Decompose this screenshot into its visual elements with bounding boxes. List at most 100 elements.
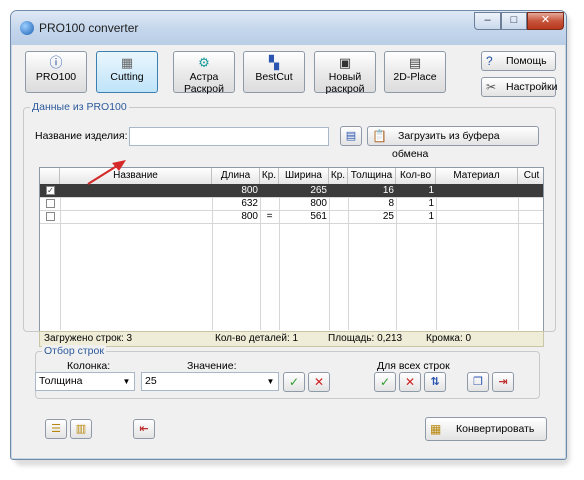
minimize-button[interactable]: – — [474, 12, 501, 30]
columns-layout-button[interactable]: ▥ — [70, 419, 92, 439]
settings-button[interactable]: ✂ Настройки — [481, 77, 558, 97]
product-name-input[interactable] — [129, 127, 329, 146]
maximize-button[interactable]: □ — [501, 12, 527, 30]
cell-length[interactable]: 800 — [212, 210, 260, 223]
help-button[interactable]: ? Помощь — [481, 51, 556, 71]
cell-width[interactable]: 800 — [279, 197, 329, 210]
cell-width[interactable]: 265 — [279, 184, 329, 197]
app-icon — [20, 21, 34, 35]
parts-table[interactable]: Название Длина Кр. Ширина Кр. Толщина Ко… — [39, 167, 544, 332]
cell-edge2[interactable] — [329, 184, 348, 197]
clipboard-view-button[interactable]: ▤ — [340, 126, 362, 146]
rows-icon: ☰ — [51, 423, 61, 435]
value-select[interactable]: 25 ▼ — [141, 372, 279, 391]
col-header-material[interactable]: Материал — [436, 168, 518, 184]
cell-edge1[interactable]: = — [260, 210, 279, 223]
cell-length[interactable]: 632 — [212, 197, 260, 210]
cell-qty[interactable]: 1 — [396, 197, 436, 210]
2d-place-button[interactable]: ▤ 2D-Place — [384, 51, 446, 93]
cell-thickness[interactable]: 25 — [348, 210, 396, 223]
clear-filter-button[interactable]: ✕ — [308, 372, 330, 392]
col-header-cut[interactable]: Cut — [518, 168, 543, 184]
cell-name[interactable] — [60, 210, 212, 223]
col-header-length[interactable]: Длина — [212, 168, 260, 184]
col-header-edge2[interactable]: Кр. — [329, 168, 348, 184]
copy-icon: ❐ — [473, 376, 483, 388]
check-all-button[interactable]: ✓ — [374, 372, 396, 392]
cell-edge2[interactable] — [329, 210, 348, 223]
col-header-width[interactable]: Ширина — [279, 168, 329, 184]
rows-layout-button[interactable]: ☰ — [45, 419, 67, 439]
table-row[interactable]: 632 800 8 1 — [40, 197, 543, 211]
cell-material[interactable] — [436, 184, 518, 197]
help-icon: ? — [486, 54, 493, 68]
cross-icon: ✕ — [404, 375, 416, 389]
column-select[interactable]: Толщина ▼ — [35, 372, 135, 391]
cell-qty[interactable]: 1 — [396, 184, 436, 197]
new-cut-button[interactable]: ▣ Новый раскрой — [314, 51, 376, 95]
col-header-qty[interactable]: Кол-во — [396, 168, 436, 184]
close-button[interactable]: ✕ — [527, 12, 564, 30]
cell-thickness[interactable]: 16 — [348, 184, 396, 197]
invert-icon: ⇅ — [430, 376, 440, 388]
tools-icon: ✂ — [486, 80, 497, 94]
filter-group-title: Отбор строк — [42, 345, 106, 357]
copy-rows-button[interactable]: ❐ — [467, 372, 489, 392]
cell-name[interactable] — [60, 197, 212, 210]
area-status: Площадь: 0,213 — [328, 333, 403, 344]
bestcut-icon: ▚ — [269, 55, 279, 70]
convert-icon: ▦ — [430, 422, 442, 436]
window-title: PRO100 converter — [39, 21, 139, 35]
row-checkbox[interactable] — [46, 199, 55, 208]
cell-cut[interactable] — [518, 197, 543, 210]
col-header-edge1[interactable]: Кр. — [260, 168, 279, 184]
new-cut-icon: ▣ — [338, 55, 352, 70]
export-rows-button[interactable]: ⇥ — [492, 372, 514, 392]
title-bar[interactable]: PRO100 converter – □ ✕ — [11, 11, 566, 45]
cell-qty[interactable]: 1 — [396, 210, 436, 223]
col-header-name[interactable]: Название — [60, 168, 212, 184]
data-group-title: Данные из PRO100 — [30, 101, 129, 113]
convert-button[interactable]: ▦ Конвертировать — [425, 417, 547, 441]
uncheck-all-button[interactable]: ✕ — [399, 372, 421, 392]
cell-material[interactable] — [436, 210, 518, 223]
cross-icon: ✕ — [313, 375, 325, 389]
all-rows-label: Для всех строк — [377, 360, 450, 372]
bestcut-button[interactable]: ▚ BestCut — [243, 51, 305, 93]
cutting-icon: ▦ — [120, 55, 134, 70]
window-icon: ▤ — [345, 130, 357, 142]
cell-width[interactable]: 561 — [279, 210, 329, 223]
apply-filter-button[interactable]: ✓ — [283, 372, 305, 392]
cell-material[interactable] — [436, 197, 518, 210]
cell-thickness[interactable]: 8 — [348, 197, 396, 210]
value-label: Значение: — [187, 360, 237, 372]
check-icon: ✓ — [288, 375, 300, 389]
table-row[interactable]: 800 = 561 25 1 — [40, 210, 543, 224]
cell-name[interactable] — [60, 184, 212, 197]
cutting-button[interactable]: ▦ Cutting — [96, 51, 158, 93]
load-clipboard-button[interactable]: 📋 Загрузить из буфера обмена — [367, 126, 539, 160]
columns-icon: ▥ — [75, 423, 87, 435]
row-checkbox[interactable] — [46, 212, 55, 221]
col-header-thickness[interactable]: Толщина — [348, 168, 396, 184]
cell-edge1[interactable] — [260, 184, 279, 197]
edge-status: Кромка: 0 — [426, 333, 472, 344]
2d-place-icon: ▤ — [408, 55, 422, 70]
main-window: PRO100 converter – □ ✕ ⓘ PRO100 ▦ Cuttin… — [10, 10, 567, 460]
annotation-arrow — [87, 160, 126, 185]
sort-button[interactable]: ⇤ — [133, 419, 155, 439]
chevron-down-icon: ▼ — [122, 377, 131, 386]
cell-length[interactable]: 800 — [212, 184, 260, 197]
astra-button[interactable]: ⚙ Астра Раскрой — [173, 51, 235, 95]
pro100-button[interactable]: ⓘ PRO100 — [25, 51, 87, 93]
cell-edge1[interactable] — [260, 197, 279, 210]
col-header-check[interactable] — [40, 168, 60, 184]
invert-selection-button[interactable]: ⇅ — [424, 372, 446, 392]
cell-edge2[interactable] — [329, 197, 348, 210]
cell-cut[interactable] — [518, 210, 543, 223]
export-icon: ⇥ — [498, 376, 508, 388]
cell-cut[interactable] — [518, 184, 543, 197]
row-checkbox[interactable]: ✓ — [46, 186, 55, 195]
status-bar: Загружено строк: 3 Кол-во деталей: 1 Пло… — [39, 331, 544, 347]
column-label: Колонка: — [67, 360, 111, 372]
